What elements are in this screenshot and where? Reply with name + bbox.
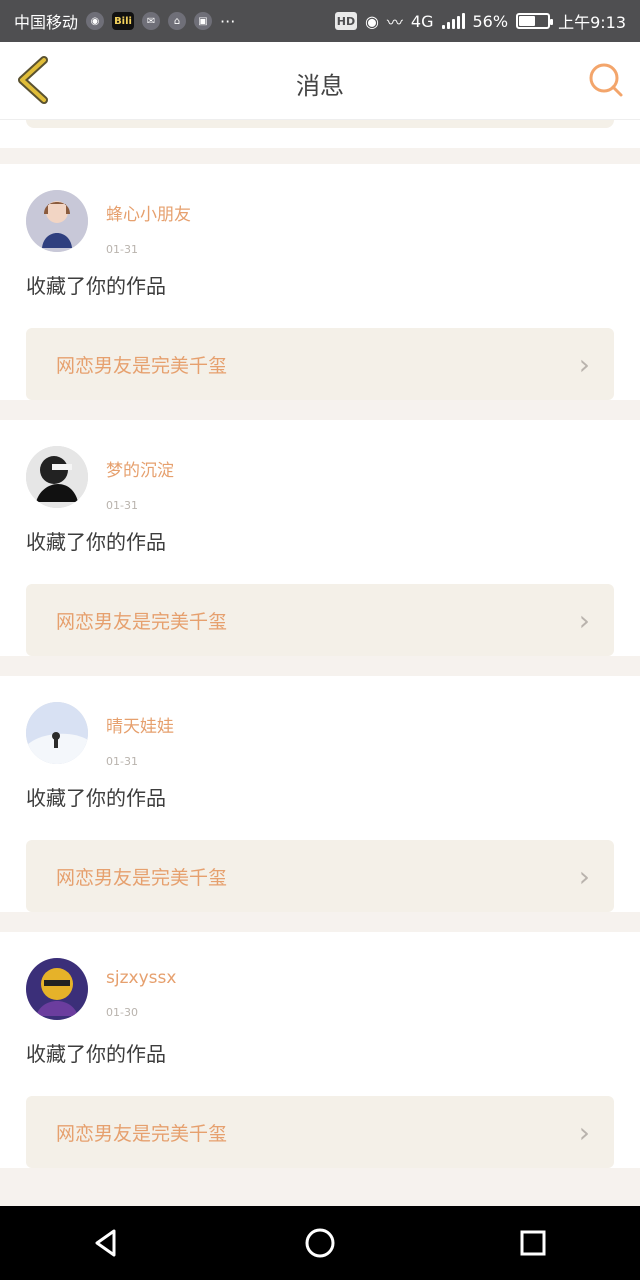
status-bar: 中国移动 ◉ Bili ✉ ⌂ ▣ ··· HD ◉ 〰 4G 56% 上午9:…	[0, 0, 640, 42]
app2-icon: ▣	[194, 12, 213, 30]
avatar-image-1	[26, 190, 88, 252]
notification-card: sjzxyssx 01-30 收藏了你的作品 网恋男友是完美千玺 ›	[0, 932, 640, 1168]
network-label: 4G	[410, 11, 434, 31]
date: 01-31	[106, 499, 138, 512]
date: 01-30	[106, 1006, 138, 1019]
meta: 晴天娃娃 01-31	[106, 702, 174, 768]
wechat-icon: ✉	[142, 12, 161, 30]
notification-card: 梦的沉淀 01-31 收藏了你的作品 网恋男友是完美千玺 ›	[0, 420, 640, 656]
avatar-image-2	[26, 446, 88, 508]
avatar[interactable]	[26, 190, 88, 252]
hd-icon: HD	[334, 12, 357, 30]
circle-home-icon[interactable]	[300, 1223, 340, 1263]
action-text: 收藏了你的作品	[26, 786, 166, 810]
status-left: 中国移动 ◉ Bili ✉ ⌂ ▣ ···	[14, 9, 235, 33]
gap	[0, 148, 640, 164]
username[interactable]: 晴天娃娃	[106, 712, 174, 737]
chevron-right-icon: ›	[578, 859, 590, 893]
more-icon: ···	[220, 11, 236, 31]
chevron-right-icon: ›	[578, 603, 590, 637]
wifi-icon: 〰	[386, 13, 403, 32]
eye-icon: ◉	[364, 11, 379, 31]
page-title: 消息	[296, 72, 344, 100]
header: 消息	[0, 42, 640, 120]
avatar[interactable]	[26, 958, 88, 1020]
avatar-image-4	[26, 958, 88, 1020]
peek-card	[0, 120, 640, 148]
action-text: 收藏了你的作品	[26, 1042, 166, 1066]
carrier-label: 中国移动	[14, 13, 79, 32]
username[interactable]: 梦的沉淀	[106, 456, 174, 481]
meta: sjzxyssx 01-30	[106, 958, 176, 1019]
card-header: 蜂心小朋友 01-31	[26, 164, 614, 260]
chevron-right-icon: ›	[578, 347, 590, 381]
work-link[interactable]: 网恋男友是完美千玺 ›	[26, 328, 614, 400]
notification-card: 蜂心小朋友 01-31 收藏了你的作品 网恋男友是完美千玺 ›	[0, 164, 640, 400]
meta: 蜂心小朋友 01-31	[106, 190, 191, 256]
work-title: 网恋男友是完美千玺	[56, 610, 228, 633]
signal-icon	[441, 13, 465, 29]
work-title: 网恋男友是完美千玺	[56, 354, 228, 377]
notification-icon: ◉	[86, 12, 105, 30]
app-icon: ⌂	[168, 12, 187, 30]
time-label: 上午9:13	[558, 13, 626, 32]
work-link[interactable]: 网恋男友是完美千玺 ›	[26, 1096, 614, 1168]
work-title: 网恋男友是完美千玺	[56, 866, 228, 889]
username[interactable]: sjzxyssx	[106, 968, 176, 988]
status-right: HD ◉ 〰 4G 56% 上午9:13	[334, 9, 626, 33]
action-text: 收藏了你的作品	[26, 530, 166, 554]
avatar[interactable]	[26, 446, 88, 508]
battery-icon	[516, 13, 554, 29]
battery-label: 56%	[472, 11, 509, 31]
work-link[interactable]: 网恋男友是完美千玺 ›	[26, 840, 614, 912]
card-header: sjzxyssx 01-30	[26, 932, 614, 1028]
card-header: 晴天娃娃 01-31	[26, 676, 614, 772]
work-title: 网恋男友是完美千玺	[56, 1122, 228, 1145]
bilibili-icon: Bili	[112, 12, 135, 30]
date: 01-31	[106, 755, 138, 768]
search-icon	[589, 63, 623, 97]
avatar-image-3	[26, 702, 88, 764]
square-recent-icon[interactable]	[513, 1223, 553, 1263]
search-button[interactable]	[586, 60, 626, 100]
message-list[interactable]: 蜂心小朋友 01-31 收藏了你的作品 网恋男友是完美千玺 › 梦的沉淀 01-	[0, 120, 640, 1206]
date: 01-31	[106, 243, 138, 256]
card-header: 梦的沉淀 01-31	[26, 420, 614, 516]
triangle-back-icon[interactable]	[87, 1223, 127, 1263]
username[interactable]: 蜂心小朋友	[106, 200, 191, 225]
avatar[interactable]	[26, 702, 88, 764]
chevron-right-icon: ›	[578, 1115, 590, 1149]
system-nav-bar	[0, 1206, 640, 1280]
action-text: 收藏了你的作品	[26, 274, 166, 298]
work-link[interactable]: 网恋男友是完美千玺 ›	[26, 584, 614, 656]
notification-card: 晴天娃娃 01-31 收藏了你的作品 网恋男友是完美千玺 ›	[0, 676, 640, 912]
meta: 梦的沉淀 01-31	[106, 446, 174, 512]
